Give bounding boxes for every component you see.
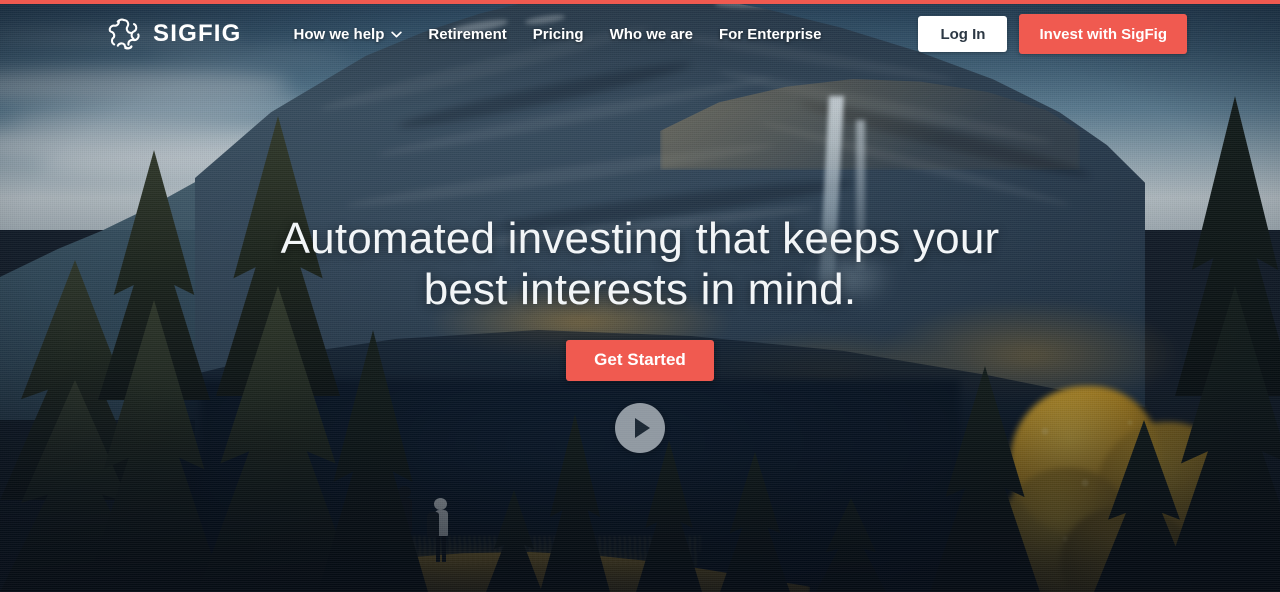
primary-navigation: How we help Retirement Pricing Who we ar… <box>281 18 835 51</box>
play-triangle-icon <box>634 417 650 438</box>
evergreen-tree <box>318 330 428 592</box>
chevron-down-icon <box>391 31 403 37</box>
waterfall-secondary <box>856 120 865 270</box>
nav-item-retirement[interactable]: Retirement <box>415 18 519 51</box>
evergreen-tree <box>816 498 886 592</box>
play-video-button[interactable] <box>615 402 665 453</box>
top-accent-bar <box>0 0 1280 4</box>
nav-item-label: Retirement <box>428 25 507 43</box>
invest-with-sigfig-button[interactable]: Invest with SigFig <box>1019 14 1187 54</box>
evergreen-tree <box>486 490 542 592</box>
header-actions: Log In Invest with SigFig <box>918 14 1187 54</box>
brand-logo-link[interactable]: SIGFIG <box>105 15 242 53</box>
nav-item-for-enterprise[interactable]: For Enterprise <box>706 18 835 51</box>
hiker-figure-right <box>424 498 456 562</box>
nav-item-label: How we help <box>293 25 385 43</box>
get-started-button[interactable]: Get Started <box>566 339 714 381</box>
site-header: SIGFIG How we help Retirement Pricing Wh… <box>0 4 1280 64</box>
nav-item-how-we-help[interactable]: How we help <box>281 18 416 51</box>
sigfig-landing-page: SIGFIG How we help Retirement Pricing Wh… <box>0 0 1280 592</box>
hero-background-photo <box>0 0 1280 592</box>
nav-item-label: For Enterprise <box>718 25 822 43</box>
nav-item-pricing[interactable]: Pricing <box>520 18 597 51</box>
evergreen-tree <box>1094 420 1194 592</box>
evergreen-tree <box>720 452 790 592</box>
waterfall-mist <box>806 250 896 306</box>
nav-item-who-we-are[interactable]: Who we are <box>597 18 706 51</box>
nav-item-label: Who we are <box>609 25 693 43</box>
nav-item-label: Pricing <box>532 25 584 43</box>
evergreen-tree <box>540 414 610 592</box>
evergreen-tree <box>930 366 1040 592</box>
log-in-button[interactable]: Log In <box>918 16 1008 52</box>
sigfig-logo-icon <box>108 18 140 50</box>
brand-wordmark: SIGFIG <box>153 20 242 47</box>
evergreen-tree <box>636 440 702 592</box>
